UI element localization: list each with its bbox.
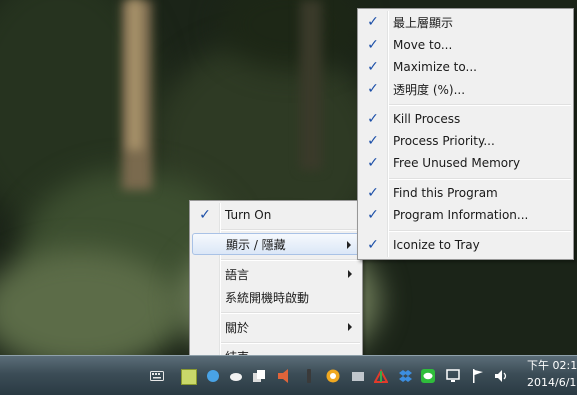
menu-item-label: Turn On [225,208,272,222]
submenu-arrow-icon [348,323,352,331]
show-hide-submenu: ✓ 最上層顯示 ✓ Move to... ✓ Maximize to... ✓ … [357,8,574,260]
tray-context-menu: ✓ Turn On 顯示 / 隱藏 語言 系統開機時啟動 關於 結束 [189,200,363,372]
cloud-icon[interactable] [229,369,243,383]
checkmark-icon: ✓ [367,237,379,253]
checkmark-icon: ✓ [367,185,379,201]
clock-app-icon[interactable] [326,369,340,383]
menu-item-turn-on[interactable]: ✓ Turn On [192,204,360,226]
menu-item-label: 顯示 / 隱藏 [226,237,286,252]
desktop-icon[interactable] [446,369,460,383]
menu-item-iconize-tray[interactable]: ✓ Iconize to Tray [360,234,571,256]
checkmark-icon: ✓ [367,81,379,97]
volume-icon[interactable] [494,369,508,383]
line-icon[interactable] [421,369,435,383]
menu-item-label: 透明度 (%)... [393,82,466,97]
checkmark-icon: ✓ [367,14,379,30]
submenu-arrow-icon [347,241,351,249]
menu-item-always-on-top[interactable]: ✓ 最上層顯示 [360,11,571,33]
keyboard-icon[interactable] [150,369,164,383]
flag-icon[interactable] [471,369,485,383]
copy-icon[interactable] [252,369,266,383]
menu-item-process-priority[interactable]: ✓ Process Priority... [360,130,571,152]
menu-item-label: Maximize to... [393,60,477,74]
menu-item-show-hide[interactable]: 顯示 / 隱藏 [192,233,360,255]
app-tray-icon[interactable] [181,369,197,385]
menu-item-transparency[interactable]: ✓ 透明度 (%)... [360,78,571,100]
menu-item-label: Find this Program [393,186,498,200]
menu-item-label: Process Priority... [393,134,495,148]
menu-separator [389,178,571,180]
menu-item-label: 關於 [225,320,250,335]
power-icon[interactable] [302,369,316,383]
menu-item-maximize-to[interactable]: ✓ Maximize to... [360,56,571,78]
menu-item-label: Program Information... [393,208,529,222]
checkmark-icon: ✓ [367,207,379,223]
menu-item-move-to[interactable]: ✓ Move to... [360,34,571,56]
menu-item-startup[interactable]: 系統開機時啟動 [192,286,360,308]
menu-item-program-info[interactable]: ✓ Program Information... [360,204,571,226]
menu-separator [389,104,571,106]
dropbox-icon[interactable] [399,369,413,383]
checkmark-icon: ✓ [367,155,379,171]
menu-item-label: 系統開機時啟動 [225,290,310,305]
speaker-app-icon[interactable] [277,369,291,383]
menu-item-language[interactable]: 語言 [192,263,360,285]
menu-item-label: Free Unused Memory [393,156,521,170]
menu-item-about[interactable]: 關於 [192,316,360,338]
menu-item-label: 語言 [225,267,250,282]
menu-item-label: 最上層顯示 [393,15,454,30]
menu-separator [221,342,360,344]
menu-item-find-program[interactable]: ✓ Find this Program [360,182,571,204]
taskbar [0,355,577,395]
tools-icon[interactable] [374,369,388,383]
system-clock[interactable]: 下午 02:1 2014/6/1 [527,357,577,391]
menu-item-label: Move to... [393,38,453,52]
chat-bubble-icon[interactable] [206,369,220,383]
menu-item-label: Kill Process [393,112,461,126]
clock-time: 下午 02:1 [527,359,577,372]
menu-separator [221,312,360,314]
checkmark-icon: ✓ [367,111,379,127]
menu-separator [389,230,571,232]
checkmark-icon: ✓ [199,207,211,223]
clock-date: 2014/6/1 [527,376,577,389]
network-icon[interactable] [351,369,365,383]
submenu-arrow-icon [348,270,352,278]
menu-item-free-memory[interactable]: ✓ Free Unused Memory [360,152,571,174]
menu-item-kill-process[interactable]: ✓ Kill Process [360,108,571,130]
checkmark-icon: ✓ [367,59,379,75]
menu-item-label: Iconize to Tray [393,238,480,252]
checkmark-icon: ✓ [367,37,379,53]
checkmark-icon: ✓ [367,133,379,149]
menu-separator [221,229,360,231]
menu-separator [221,259,360,261]
